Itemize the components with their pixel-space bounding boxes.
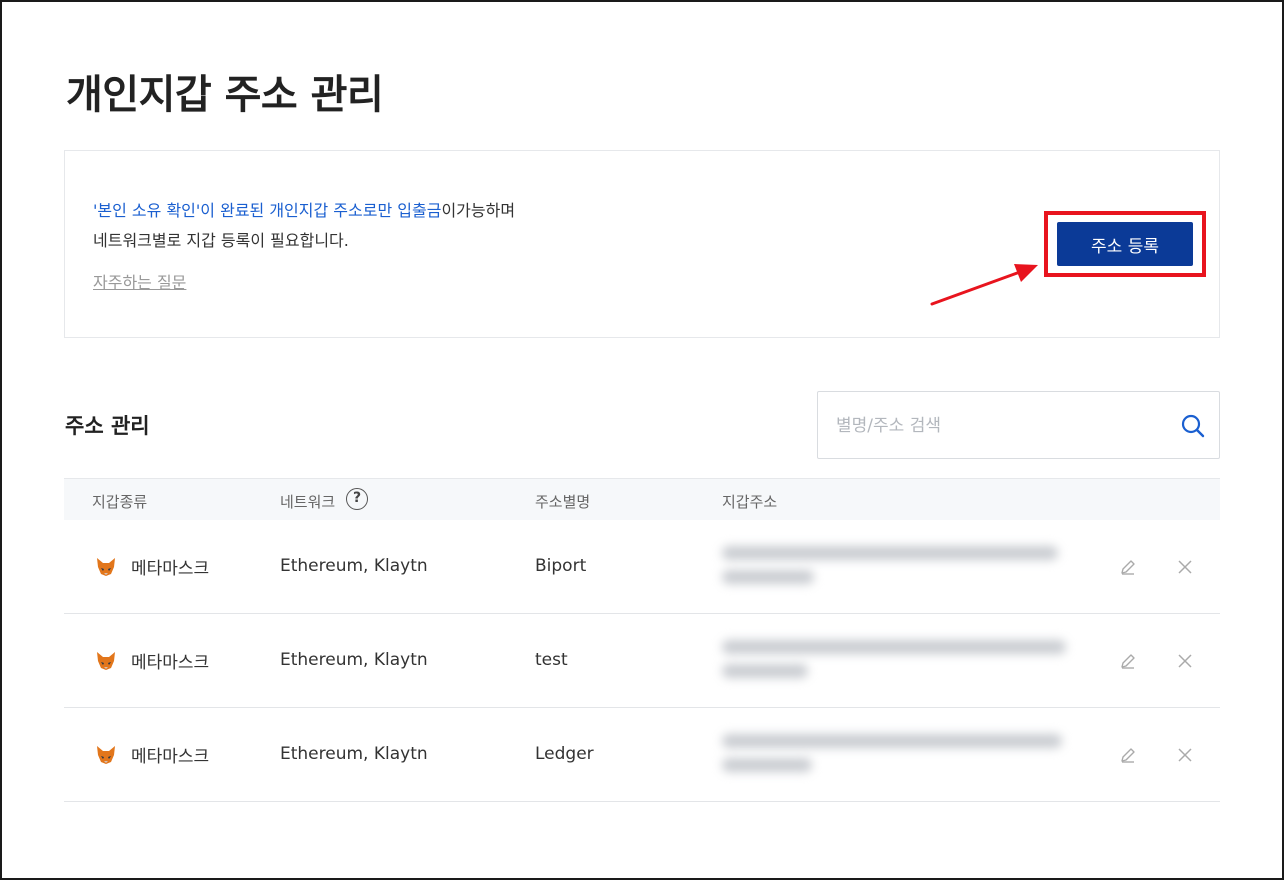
metamask-fox-icon (97, 652, 115, 670)
search-box (817, 391, 1220, 459)
header-alias: 주소별명 (535, 493, 591, 511)
pencil-icon[interactable] (1118, 557, 1138, 577)
question-circle-icon[interactable]: ? (346, 488, 368, 510)
notice-line1-rest: 이가능하며 (441, 201, 516, 220)
network: Ethereum, Klaytn (280, 650, 428, 670)
wallet-type: 메타마스크 (131, 559, 210, 579)
wallet-type: 메타마스크 (131, 747, 210, 767)
address-table: 지갑종류 네트워크 ? 주소별명 지갑주소 메타마스크 Ethereum, Kl… (64, 478, 1220, 802)
wallet-type: 메타마스크 (131, 653, 210, 673)
alias: Ledger (535, 744, 594, 764)
notice-highlight: '본인 소유 확인'이 완료된 개인지갑 주소로만 입출금 (93, 201, 442, 220)
wallet-address-blurred (718, 728, 1068, 782)
alias: Biport (535, 556, 587, 576)
page-title: 개인지갑 주소 관리 (66, 72, 384, 118)
pencil-icon[interactable] (1118, 651, 1138, 671)
table-row: 메타마스크 Ethereum, Klaytn test (64, 614, 1220, 708)
header-address: 지갑주소 (722, 493, 778, 511)
wallet-address-blurred (718, 634, 1068, 688)
metamask-fox-icon (97, 558, 115, 576)
alias: test (535, 650, 568, 670)
close-icon[interactable] (1175, 557, 1195, 577)
red-arrow-icon (930, 264, 1038, 306)
network: Ethereum, Klaytn (280, 556, 428, 576)
search-input[interactable] (836, 412, 1166, 440)
table-row: 메타마스크 Ethereum, Klaytn Ledger (64, 708, 1220, 802)
search-icon[interactable] (1179, 412, 1207, 440)
notice-line2: 네트워크별로 지갑 등록이 필요합니다. (93, 231, 349, 250)
table-row: 메타마스크 Ethereum, Klaytn Biport (64, 520, 1220, 614)
network: Ethereum, Klaytn (280, 744, 428, 764)
header-network: 네트워크 (280, 493, 336, 511)
header-wallet-type: 지갑종류 (92, 493, 148, 511)
wallet-address-blurred (718, 540, 1068, 594)
register-address-button[interactable]: 주소 등록 (1057, 222, 1193, 266)
section-title: 주소 관리 (65, 414, 150, 438)
pencil-icon[interactable] (1118, 745, 1138, 765)
close-icon[interactable] (1175, 745, 1195, 765)
faq-link[interactable]: 자주하는 질문 (93, 269, 186, 293)
notice-line1: '본인 소유 확인'이 완료된 개인지갑 주소로만 입출금이가능하며 (93, 197, 515, 221)
table-header: 지갑종류 네트워크 ? 주소별명 지갑주소 (64, 478, 1220, 520)
metamask-fox-icon (97, 746, 115, 764)
close-icon[interactable] (1175, 651, 1195, 671)
